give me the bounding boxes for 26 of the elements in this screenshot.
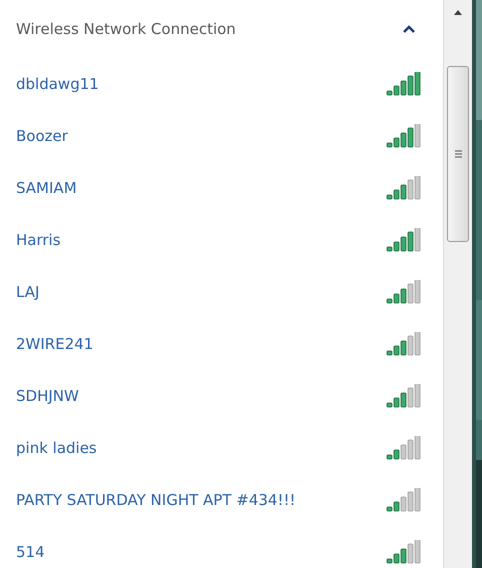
network-name[interactable]: Harris — [16, 228, 61, 252]
network-name[interactable]: 514 — [16, 540, 45, 564]
network-name[interactable]: PARTY SATURDAY NIGHT APT #434!!! — [16, 488, 296, 512]
network-name[interactable]: dbldawg11 — [16, 72, 99, 96]
network-name[interactable]: LAJ — [16, 280, 40, 304]
scrollbar[interactable] — [443, 0, 472, 568]
scrollbar-thumb[interactable] — [447, 66, 469, 242]
signal-icon — [385, 488, 423, 512]
network-name[interactable]: SDHJNW — [16, 384, 79, 408]
signal-icon — [385, 228, 423, 252]
scroll-up-icon[interactable] — [453, 8, 463, 16]
section-title: Wireless Network Connection — [16, 18, 236, 40]
grip-icon — [454, 150, 462, 158]
network-name[interactable]: Boozer — [16, 124, 68, 148]
collapse-button[interactable] — [401, 23, 417, 35]
signal-icon — [385, 540, 423, 564]
signal-icon — [385, 72, 423, 96]
network-name[interactable]: SAMIAM — [16, 176, 77, 200]
signal-icon — [385, 176, 423, 200]
signal-icon — [385, 384, 423, 408]
network-name[interactable]: 2WIRE241 — [16, 332, 94, 356]
network-name[interactable]: pink ladies — [16, 436, 97, 460]
signal-icon — [385, 436, 423, 460]
signal-icon — [385, 280, 423, 304]
signal-icon — [385, 124, 423, 148]
signal-icon — [385, 332, 423, 356]
